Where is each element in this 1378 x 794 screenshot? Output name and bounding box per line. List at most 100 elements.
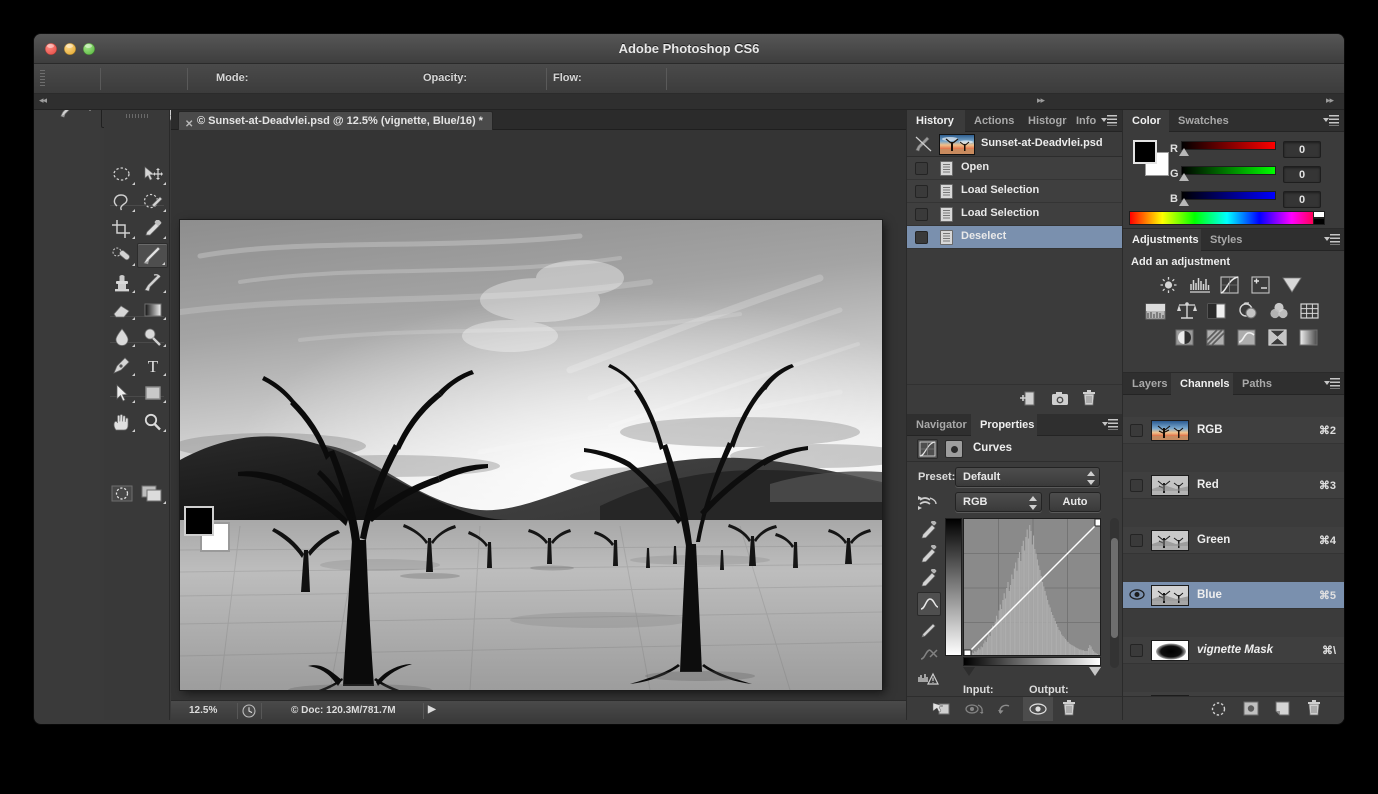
screen-mode-icon[interactable] — [137, 481, 168, 506]
delete-channel-icon[interactable] — [1307, 700, 1321, 721]
tab-actions[interactable]: Actions — [965, 110, 1019, 132]
zoom-tool[interactable] — [137, 409, 168, 434]
curves-icon[interactable] — [1220, 276, 1239, 294]
dodge-tool[interactable] — [137, 324, 168, 349]
status-bar-menu-arrow-icon[interactable]: ▶ — [428, 704, 436, 715]
properties-panel-menu-icon[interactable] — [1102, 419, 1118, 430]
history-state-row[interactable]: Load Selection — [907, 203, 1122, 226]
blur-tool[interactable] — [106, 324, 137, 349]
save-selection-as-channel-icon[interactable] — [1243, 701, 1259, 721]
tab-properties[interactable]: Properties — [971, 414, 1037, 436]
threshold-icon[interactable] — [1237, 329, 1256, 346]
channel-visibility-checkbox[interactable] — [1130, 644, 1143, 657]
channel-visibility-checkbox[interactable] — [1130, 424, 1143, 437]
canvas-scroll-area[interactable] — [171, 130, 906, 700]
tab-channels[interactable]: Channels — [1171, 373, 1233, 395]
black-point-eyedropper-icon[interactable] — [917, 518, 941, 542]
zoom-level-value[interactable]: 12.5% — [189, 705, 217, 716]
delete-icon[interactable] — [1082, 390, 1096, 411]
history-snapshot-row[interactable]: Sunset-at-Deadvlei.psd — [907, 132, 1122, 157]
tab-history[interactable]: History — [907, 110, 965, 132]
channel-select[interactable]: RGB — [955, 492, 1042, 512]
view-previous-state-icon[interactable] — [965, 701, 985, 722]
move-tool[interactable] — [137, 162, 168, 187]
new-channel-icon[interactable] — [1275, 701, 1290, 721]
tab-paths[interactable]: Paths — [1233, 373, 1277, 395]
brush-tool[interactable] — [137, 243, 168, 268]
channel-mixer-icon[interactable] — [1269, 302, 1288, 319]
channels-panel-menu-icon[interactable] — [1324, 378, 1340, 389]
channel-row-red[interactable]: Red ⌘3 — [1123, 472, 1344, 499]
selective-color-icon[interactable] — [1299, 329, 1318, 346]
foreground-color-swatch[interactable] — [184, 506, 214, 536]
history-state-checkbox[interactable] — [915, 231, 928, 244]
color-balance-icon[interactable] — [1176, 302, 1197, 319]
load-channel-as-selection-icon[interactable] — [1211, 702, 1226, 721]
options-bar-grip[interactable] — [40, 70, 45, 88]
new-snapshot-camera-icon[interactable] — [1051, 391, 1069, 411]
posterize-icon[interactable] — [1206, 329, 1225, 346]
quick-mask-mode-icon[interactable] — [106, 481, 137, 506]
exposure-icon[interactable] — [1251, 276, 1270, 294]
smooth-curve-icon[interactable] — [917, 642, 941, 666]
spot-healing-brush-tool[interactable] — [106, 243, 137, 268]
history-state-row-selected[interactable]: Deselect — [907, 226, 1122, 249]
tab-styles[interactable]: Styles — [1201, 229, 1249, 251]
history-brush-source-icon[interactable] — [915, 136, 932, 157]
quick-selection-tool[interactable] — [137, 189, 168, 214]
tab-info[interactable]: Info — [1067, 110, 1097, 132]
tab-swatches[interactable]: Swatches — [1169, 110, 1237, 132]
tab-adjustments[interactable]: Adjustments — [1123, 229, 1201, 251]
gradient-tool[interactable] — [137, 297, 168, 322]
black-white-icon[interactable] — [1207, 303, 1226, 320]
toggle-layer-visibility-button[interactable] — [1023, 697, 1053, 721]
eyedropper-tool[interactable] — [137, 216, 168, 241]
gray-point-eyedropper-icon[interactable] — [917, 542, 941, 566]
rectangle-shape-tool[interactable] — [137, 380, 168, 405]
black-input-slider[interactable] — [963, 667, 975, 676]
white-input-slider[interactable] — [1089, 667, 1101, 676]
history-state-checkbox[interactable] — [915, 208, 928, 221]
pencil-draw-tool-icon[interactable] — [917, 618, 941, 642]
blue-value[interactable]: 0 — [1283, 191, 1321, 208]
tab-navigator[interactable]: Navigator — [907, 414, 971, 436]
invert-icon[interactable] — [1175, 329, 1194, 346]
color-spectrum-ramp[interactable] — [1129, 211, 1325, 225]
channel-row-rgb[interactable]: RGB ⌘2 — [1123, 417, 1344, 444]
delete-adjustment-icon[interactable] — [1062, 700, 1076, 721]
rectangular-marquee-tool[interactable] — [106, 162, 137, 187]
path-selection-tool[interactable] — [106, 380, 137, 405]
blue-slider-track[interactable] — [1181, 191, 1276, 200]
clone-stamp-tool[interactable] — [106, 270, 137, 295]
tab-histogram[interactable]: Histogra — [1019, 110, 1067, 132]
image-canvas[interactable] — [180, 220, 882, 690]
color-panel-menu-icon[interactable] — [1323, 115, 1339, 126]
clip-to-layer-icon[interactable] — [931, 701, 951, 722]
vibrance-icon[interactable] — [1282, 277, 1302, 294]
sample-in-image-icon[interactable] — [916, 490, 940, 517]
properties-scrollbar[interactable] — [1110, 518, 1119, 668]
photo-filter-icon[interactable] — [1237, 302, 1257, 319]
lasso-tool[interactable] — [106, 189, 137, 214]
eraser-tool[interactable] — [106, 297, 137, 322]
white-swatch[interactable] — [1313, 211, 1325, 218]
collapse-middle-dock-icon[interactable]: ▸▸ — [1037, 95, 1045, 106]
auto-button[interactable]: Auto — [1049, 492, 1101, 512]
tab-layers[interactable]: Layers — [1123, 373, 1171, 395]
red-value[interactable]: 0 — [1283, 141, 1321, 158]
levels-icon[interactable] — [1189, 276, 1210, 293]
history-state-checkbox[interactable] — [915, 162, 928, 175]
curves-graph[interactable] — [963, 518, 1101, 656]
status-clock-icon[interactable] — [242, 704, 256, 721]
curves-adjustment-icon[interactable] — [917, 439, 938, 459]
preset-select[interactable]: Default — [955, 467, 1100, 487]
black-swatch[interactable] — [1313, 218, 1325, 225]
history-panel-menu-icon[interactable] — [1101, 115, 1117, 126]
hue-saturation-icon[interactable] — [1145, 303, 1166, 320]
tools-panel-grip[interactable] — [126, 114, 148, 118]
history-state-row[interactable]: Open — [907, 157, 1122, 180]
white-point-eyedropper-icon[interactable] — [917, 566, 941, 590]
reset-icon[interactable] — [997, 701, 1014, 722]
channel-visibility-checkbox[interactable] — [1130, 534, 1143, 547]
adjustments-panel-menu-icon[interactable] — [1324, 234, 1340, 245]
